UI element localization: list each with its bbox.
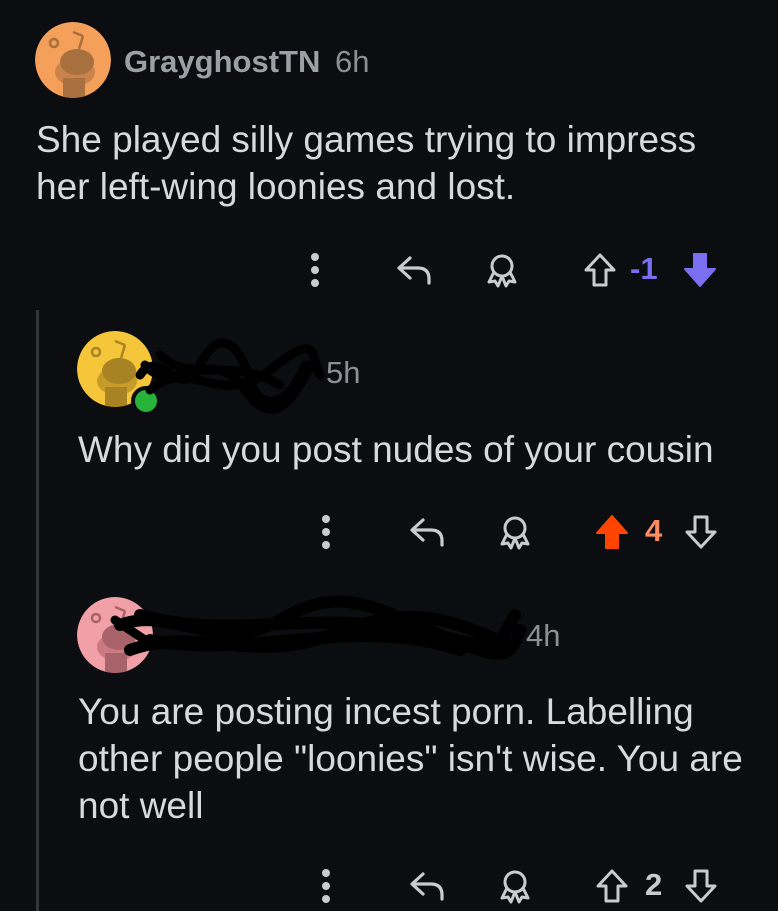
thread-line[interactable] xyxy=(36,310,39,911)
downvote-icon xyxy=(685,515,717,549)
comment-meta: 4h xyxy=(526,618,560,654)
downvote-icon xyxy=(684,253,716,287)
comment-body: She played silly games trying to impress… xyxy=(36,119,697,207)
reply-icon xyxy=(397,256,431,285)
comment-age: 6h xyxy=(334,44,370,79)
comment-meta: 5h xyxy=(326,355,360,391)
comment-actions: -1 xyxy=(0,245,778,295)
more-vertical-icon xyxy=(322,869,330,903)
redacted-username-scribble xyxy=(110,595,526,660)
upvote-button[interactable] xyxy=(592,507,632,557)
reply-icon xyxy=(410,872,444,901)
downvote-button[interactable] xyxy=(680,245,720,295)
reply-button[interactable] xyxy=(394,245,434,295)
reply-icon xyxy=(410,518,444,547)
comment-age: 4h xyxy=(526,618,561,653)
comment-meta: GrayghostTN 6h xyxy=(124,44,369,80)
avatar[interactable] xyxy=(35,22,111,98)
award-icon xyxy=(487,254,517,288)
more-button[interactable] xyxy=(300,245,330,295)
award-icon xyxy=(500,516,530,550)
comment-body: Why did you post nudes of your cousin xyxy=(78,429,714,470)
upvote-icon xyxy=(596,515,628,549)
redacted-username-scribble xyxy=(135,338,325,414)
upvote-icon xyxy=(584,253,616,287)
more-button[interactable] xyxy=(311,507,341,557)
reply-button[interactable] xyxy=(407,507,447,557)
downvote-button[interactable] xyxy=(681,861,721,911)
snoo-avatar-icon xyxy=(35,22,111,98)
upvote-button[interactable] xyxy=(592,861,632,911)
downvote-button[interactable] xyxy=(681,507,721,557)
comment-actions: 2 xyxy=(0,861,778,911)
award-button[interactable] xyxy=(482,245,522,295)
more-vertical-icon xyxy=(311,253,319,287)
more-button[interactable] xyxy=(311,861,341,911)
comment-age: 5h xyxy=(326,355,361,390)
comment-body: You are posting incest porn. Labelling o… xyxy=(78,691,743,826)
reply-button[interactable] xyxy=(407,861,447,911)
username[interactable]: GrayghostTN xyxy=(124,44,320,79)
award-icon xyxy=(500,870,530,904)
upvote-button[interactable] xyxy=(580,245,620,295)
vote-score: 4 xyxy=(645,513,663,548)
award-button[interactable] xyxy=(495,861,535,911)
vote-score: 2 xyxy=(645,867,663,902)
award-button[interactable] xyxy=(495,507,535,557)
upvote-icon xyxy=(596,869,628,903)
more-vertical-icon xyxy=(322,515,330,549)
downvote-icon xyxy=(685,869,717,903)
vote-score: -1 xyxy=(630,251,658,286)
comment-actions: 4 xyxy=(0,507,778,557)
